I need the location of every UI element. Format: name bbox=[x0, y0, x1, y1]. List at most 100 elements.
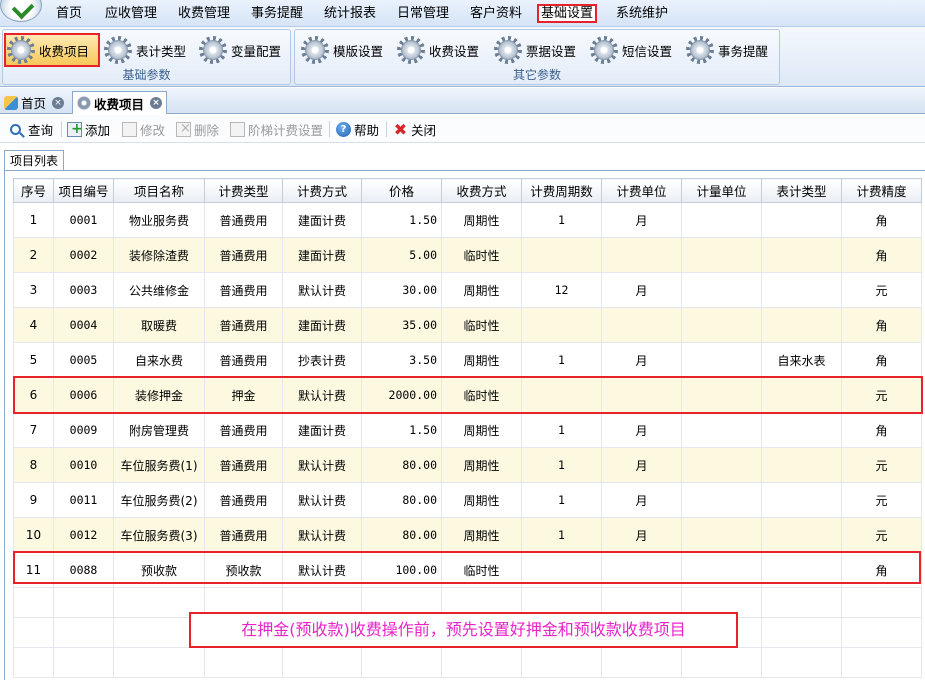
menu-reminders[interactable]: 事务提醒 bbox=[249, 4, 305, 23]
close-icon[interactable]: × bbox=[52, 96, 65, 109]
table-cell: 4 bbox=[13, 307, 54, 343]
table-cell: 5 bbox=[13, 342, 54, 378]
query-label: 查询 bbox=[28, 122, 54, 138]
table-row[interactable]: 3 0003 公共维修金 普通费用 默认计费 30.00 周期性 12 月 元 bbox=[13, 272, 922, 308]
table-cell: 80.00 bbox=[361, 517, 442, 553]
gear-icon bbox=[6, 35, 36, 65]
gear-icon bbox=[396, 35, 426, 65]
column-header[interactable]: 计费类型 bbox=[204, 178, 283, 203]
gear-icon bbox=[493, 35, 523, 65]
column-header[interactable]: 计量单位 bbox=[681, 178, 762, 203]
table-row[interactable]: 9 0011 车位服务费(2) 普通费用 默认计费 80.00 周期性 1 月 元 bbox=[13, 482, 922, 518]
table-cell: 0005 bbox=[53, 342, 114, 378]
variable-config-button[interactable]: 变量配置 bbox=[198, 33, 281, 67]
toolbar-divider bbox=[386, 121, 387, 137]
delete-label: 删除 bbox=[194, 122, 220, 138]
table-cell: 物业服务费 bbox=[113, 202, 205, 238]
table-cell: 建面计费 bbox=[282, 412, 362, 448]
close-icon[interactable]: × bbox=[150, 97, 163, 109]
empty-cell bbox=[13, 617, 54, 648]
table-cell: 月 bbox=[601, 412, 682, 448]
tab-home[interactable]: 首页 × bbox=[0, 91, 68, 114]
task-reminder-button[interactable]: 事务提醒 bbox=[685, 33, 768, 67]
menu-reports[interactable]: 统计报表 bbox=[322, 4, 378, 23]
table-cell bbox=[681, 552, 762, 588]
table-cell: 80.00 bbox=[361, 447, 442, 483]
column-header[interactable]: 项目编号 bbox=[53, 178, 114, 203]
add-button[interactable]: 添加 bbox=[67, 120, 110, 138]
ribbon-group-label: 基础参数 bbox=[122, 68, 171, 82]
table-row[interactable]: 8 0010 车位服务费(1) 普通费用 默认计费 80.00 周期性 1 月 元 bbox=[13, 447, 922, 483]
menu-receivables[interactable]: 应收管理 bbox=[103, 4, 159, 23]
empty-cell bbox=[204, 647, 283, 678]
toolbar-divider bbox=[329, 121, 330, 137]
table-cell: 建面计费 bbox=[282, 307, 362, 343]
table-row[interactable]: 1 0001 物业服务费 普通费用 建面计费 1.50 周期性 1 月角 bbox=[13, 202, 922, 238]
table-row[interactable]: 7 0009 附房管理费 普通费用 建面计费 1.50 周期性 1 月 角 bbox=[13, 412, 922, 448]
table-row[interactable]: 2 0002 装修除渣费 普通费用 建面计费 5.00 临时性 角 bbox=[13, 237, 922, 273]
menu-basic-settings[interactable]: 基础设置 bbox=[537, 4, 598, 23]
column-header[interactable]: 计费单位 bbox=[601, 178, 682, 203]
table-cell: 周期性 bbox=[441, 447, 522, 483]
table-cell: 临时性 bbox=[441, 237, 522, 273]
fee-items-button[interactable]: 收费项目 bbox=[4, 33, 100, 67]
column-header[interactable]: 价格 bbox=[361, 178, 442, 203]
fee-items-label: 收费项目 bbox=[39, 43, 90, 59]
table-cell: 默认计费 bbox=[282, 552, 362, 588]
tab-fee-items[interactable]: 收费项目 × bbox=[72, 91, 168, 114]
delete-button[interactable]: 删除 bbox=[176, 120, 219, 138]
table-cell: 1 bbox=[521, 447, 602, 483]
close-button[interactable]: ✖ 关闭 bbox=[393, 120, 436, 138]
menu-customers[interactable]: 客户资料 bbox=[468, 4, 524, 23]
edit-button[interactable]: 修改 bbox=[122, 120, 165, 138]
receipt-settings-button[interactable]: 票据设置 bbox=[493, 33, 576, 67]
table-row[interactable]: 10 0012 车位服务费(3) 普通费用 默认计费 80.00 周期性 1 月 元 bbox=[13, 517, 922, 553]
menu-home[interactable]: 首页 bbox=[54, 4, 84, 23]
table-cell: 1 bbox=[521, 342, 602, 378]
template-settings-label: 模版设置 bbox=[333, 43, 384, 59]
table-row[interactable]: 6 0006 装修押金 押金 默认计费 2000.00 临时性 元 bbox=[13, 377, 922, 413]
table-cell: 0011 bbox=[53, 482, 114, 518]
empty-cell bbox=[761, 647, 842, 678]
column-header[interactable]: 计费精度 bbox=[841, 178, 922, 203]
charge-settings-label: 收费设置 bbox=[429, 43, 480, 59]
table-cell: 装修除渣费 bbox=[113, 237, 205, 273]
table-cell: 月 bbox=[601, 202, 682, 238]
meter-types-button[interactable]: 表计类型 bbox=[103, 33, 186, 67]
column-header[interactable]: 计费周期数 bbox=[521, 178, 602, 203]
menu-charges[interactable]: 收费管理 bbox=[176, 4, 232, 23]
table-cell: 默认计费 bbox=[282, 447, 362, 483]
table-cell: 建面计费 bbox=[282, 237, 362, 273]
menu-system[interactable]: 系统维护 bbox=[614, 4, 670, 23]
column-header[interactable]: 计费方式 bbox=[282, 178, 362, 203]
table-cell: 0002 bbox=[53, 237, 114, 273]
query-button[interactable]: 查询 bbox=[10, 120, 53, 138]
gear-icon bbox=[300, 35, 330, 65]
help-button[interactable]: ? 帮助 bbox=[336, 120, 379, 138]
tier-billing-button[interactable]: 阶梯计费设置 bbox=[230, 120, 323, 138]
table-cell: 0009 bbox=[53, 412, 114, 448]
table-cell: 元 bbox=[841, 517, 922, 553]
close-icon: ✖ bbox=[393, 119, 408, 139]
table-cell: 0003 bbox=[53, 272, 114, 308]
table-cell: 周期性 bbox=[441, 482, 522, 518]
table-cell: 装修押金 bbox=[113, 377, 205, 413]
table-cell bbox=[601, 377, 682, 413]
sms-settings-button[interactable]: 短信设置 bbox=[589, 33, 672, 67]
tab-item-list[interactable]: 项目列表 bbox=[4, 150, 64, 171]
column-header[interactable]: 收费方式 bbox=[441, 178, 522, 203]
task-reminder-label: 事务提醒 bbox=[718, 43, 769, 59]
table-row[interactable]: 4 0004 取暖费 普通费用 建面计费 35.00 临时性 角 bbox=[13, 307, 922, 343]
column-header[interactable]: 序号 bbox=[13, 178, 54, 203]
table-row[interactable]: 5 0005 自来水费 普通费用 抄表计费 3.50 周期性 1 月 自来水表角 bbox=[13, 342, 922, 378]
table-cell bbox=[761, 307, 842, 343]
table-cell: 0010 bbox=[53, 447, 114, 483]
column-header[interactable]: 项目名称 bbox=[113, 178, 205, 203]
charge-settings-button[interactable]: 收费设置 bbox=[396, 33, 479, 67]
menu-daily[interactable]: 日常管理 bbox=[395, 4, 451, 23]
column-header[interactable]: 表计类型 bbox=[761, 178, 842, 203]
table-row[interactable]: 11 0088 预收款 预收款 默认计费 100.00 临时性角 bbox=[13, 552, 922, 588]
table-cell: 元 bbox=[841, 272, 922, 308]
template-settings-button[interactable]: 模版设置 bbox=[300, 33, 383, 67]
empty-cell bbox=[13, 587, 54, 618]
